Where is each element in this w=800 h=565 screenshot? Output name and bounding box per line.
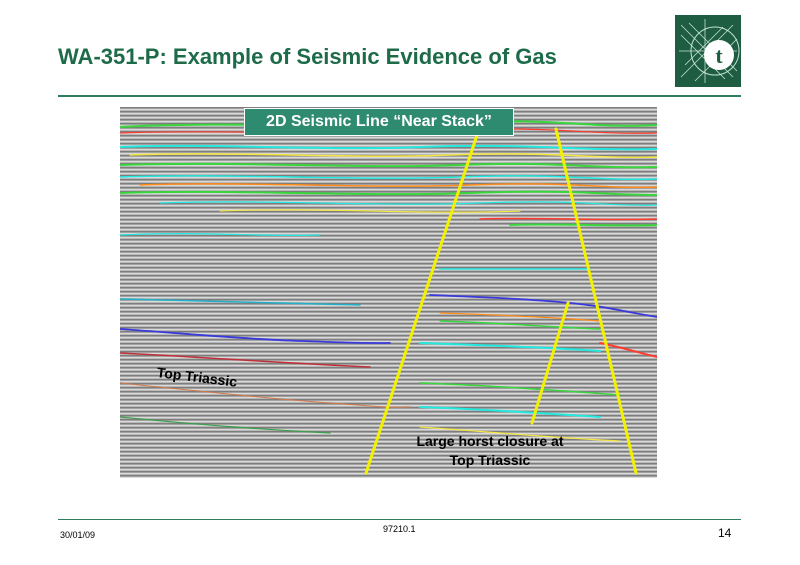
label-horst-line1: Large horst closure at: [416, 433, 564, 449]
logo-letter: t: [715, 43, 723, 68]
slide-title: WA-351-P: Example of Seismic Evidence of…: [58, 44, 557, 69]
seismic-section-image: [120, 107, 657, 478]
title-divider: [58, 95, 741, 97]
company-logo-icon: t: [675, 15, 741, 87]
footer-document-code: 97210.1: [383, 524, 416, 534]
page-number: 14: [718, 526, 732, 540]
footer-date: 30/01/09: [60, 530, 96, 540]
footer-divider: [58, 519, 741, 520]
label-horst-line2: Top Triassic: [449, 452, 531, 468]
label-horst-closure: Large horst closure at Top Triassic: [390, 432, 590, 470]
seismic-line-banner: 2D Seismic Line “Near Stack”: [244, 108, 514, 136]
